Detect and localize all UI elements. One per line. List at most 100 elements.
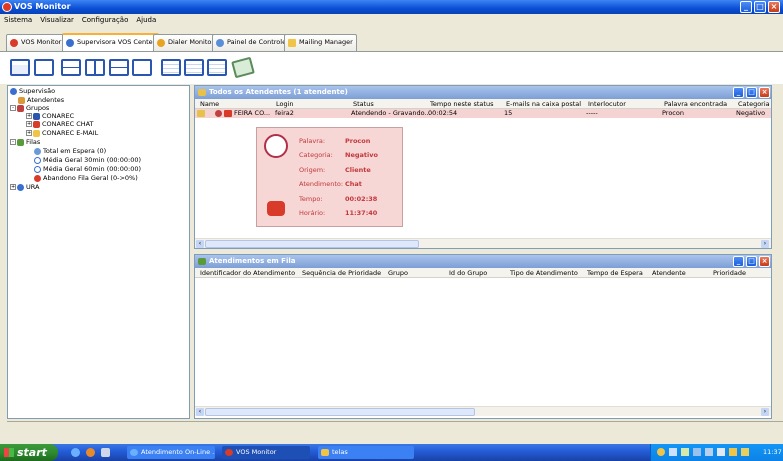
- tray-info-icon[interactable]: [657, 448, 665, 456]
- vos-icon: [225, 449, 233, 456]
- minimize-button[interactable]: _: [740, 1, 752, 13]
- collapse-icon[interactable]: -: [10, 105, 16, 111]
- tray-volume-icon[interactable]: [693, 448, 701, 456]
- col-id-grupo[interactable]: Id do Grupo: [449, 268, 487, 278]
- expand-icon[interactable]: +: [26, 121, 32, 127]
- view-list-button[interactable]: [184, 59, 204, 76]
- layout-config-button[interactable]: [10, 59, 30, 76]
- horizontal-scrollbar[interactable]: ‹ ›: [195, 238, 771, 248]
- scroll-thumb[interactable]: [205, 240, 419, 248]
- view-details-button[interactable]: [207, 59, 227, 76]
- tree-grupos[interactable]: - Grupos: [10, 104, 49, 112]
- clock[interactable]: 11:37: [763, 444, 782, 461]
- col-status[interactable]: Status: [353, 99, 374, 109]
- tree-fila-total-espera[interactable]: Total em Espera (0): [34, 147, 106, 155]
- chat-icon: [267, 201, 285, 216]
- col-interlocutor[interactable]: Interlocutor: [588, 99, 626, 109]
- panel-close-button[interactable]: ×: [759, 256, 770, 267]
- maximize-button[interactable]: □: [754, 1, 766, 13]
- tab-dialer-monitor[interactable]: Dialer Monitor: [153, 34, 219, 51]
- panel-minimize-button[interactable]: _: [733, 87, 744, 98]
- tray-security-icon[interactable]: [705, 448, 713, 456]
- tab-painel-de-controle[interactable]: Painel de Controle: [212, 34, 291, 51]
- tree-grupo-conarec-chat[interactable]: + CONAREC CHAT: [26, 120, 94, 128]
- refresh-icon[interactable]: [231, 56, 255, 79]
- tray-app-icon[interactable]: [681, 448, 689, 456]
- tab-vos-monitor[interactable]: VOS Monitor: [6, 34, 66, 51]
- col-sequencia[interactable]: Sequência de Prioridade: [302, 268, 381, 278]
- all-agents-panel-title: Todos os Atendentes (1 atendente) _ □ ×: [195, 86, 771, 99]
- table-row[interactable]: FEIRA CO... feira2 Atendendo - Gravando.…: [195, 109, 771, 118]
- window-title: VOS Monitor: [14, 2, 71, 11]
- ie-icon: [130, 449, 138, 456]
- layout-grid-button[interactable]: [109, 59, 129, 76]
- tree-ura[interactable]: + URA: [10, 183, 39, 191]
- queued-calls-panel: Atendimentos em Fila _ □ × Identificador…: [194, 254, 772, 419]
- col-categoria[interactable]: Categoria: [738, 99, 770, 109]
- menu-sistema[interactable]: Sistema: [4, 16, 32, 24]
- col-palavra[interactable]: Palavra encontrada: [664, 99, 727, 109]
- col-tempo-espera[interactable]: Tempo de Espera: [587, 268, 643, 278]
- scroll-left-icon[interactable]: ‹: [196, 408, 204, 416]
- chat-icon: [33, 120, 40, 128]
- tab-mailing-manager[interactable]: Mailing Manager: [284, 34, 357, 51]
- control-panel-icon: [216, 39, 224, 47]
- tree-fila-media-60min[interactable]: Média Geral 60min (00:00:00): [34, 165, 141, 173]
- tree-grupo-conarec[interactable]: + CONAREC: [26, 112, 74, 120]
- task-vos-monitor[interactable]: VOS Monitor: [222, 446, 310, 459]
- clock-icon: [34, 156, 41, 164]
- collapse-icon[interactable]: -: [10, 139, 16, 145]
- tree-fila-abandono[interactable]: Abandono Fila Geral (0->0%): [34, 174, 138, 182]
- panel-maximize-button[interactable]: □: [746, 256, 757, 267]
- col-emails[interactable]: E-mails na caixa postal: [506, 99, 581, 109]
- panel-maximize-button[interactable]: □: [746, 87, 757, 98]
- close-button[interactable]: ×: [768, 1, 780, 13]
- col-name[interactable]: Name: [200, 99, 219, 109]
- col-login[interactable]: Login: [276, 99, 294, 109]
- tray-keyboard-icon[interactable]: [741, 448, 749, 456]
- panel-minimize-button[interactable]: _: [733, 256, 744, 267]
- firefox-icon[interactable]: [86, 448, 95, 457]
- menu-configuracao[interactable]: Configuração: [82, 16, 128, 24]
- tray-alert-icon[interactable]: [729, 448, 737, 456]
- expand-icon[interactable]: +: [26, 130, 32, 136]
- panel-close-button[interactable]: ×: [759, 87, 770, 98]
- tooltip-value-origem: Cliente: [345, 166, 371, 174]
- scroll-left-icon[interactable]: ‹: [196, 240, 204, 248]
- tray-display-icon[interactable]: [717, 448, 725, 456]
- expand-icon[interactable]: +: [10, 184, 16, 190]
- menu-visualizar[interactable]: Visualizar: [40, 16, 74, 24]
- clock-icon: [34, 147, 41, 155]
- tree-atendentes[interactable]: Atendentes: [18, 96, 64, 104]
- col-tempo-status[interactable]: Tempo neste status: [430, 99, 493, 109]
- col-atendente[interactable]: Atendente: [652, 268, 686, 278]
- col-prioridade[interactable]: Prioridade: [713, 268, 746, 278]
- tree-grupo-conarec-email[interactable]: + CONAREC E-MAIL: [26, 129, 98, 137]
- tree-fila-media-30min[interactable]: Média Geral 30min (00:00:00): [34, 156, 141, 164]
- col-identificador[interactable]: Identificador do Atendimento: [200, 268, 295, 278]
- word-alert-tooltip: Palavra: Procon Categoria: Negativo Orig…: [256, 127, 403, 227]
- layout-cascade-button[interactable]: [132, 59, 152, 76]
- menu-ajuda[interactable]: Ajuda: [136, 16, 156, 24]
- tab-supervisora-vos-center[interactable]: Supervisora VOS Center: [62, 33, 160, 51]
- horizontal-scrollbar[interactable]: ‹ ›: [195, 406, 771, 416]
- task-atendimento-online[interactable]: Atendimento On-Line ...: [127, 446, 215, 459]
- scroll-right-icon[interactable]: ›: [761, 240, 769, 248]
- layout-vertical-split-button[interactable]: [85, 59, 105, 76]
- dialer-icon: [157, 39, 165, 47]
- tray-network-icon[interactable]: [669, 448, 677, 456]
- scroll-thumb[interactable]: [205, 408, 475, 416]
- view-icons-button[interactable]: [161, 59, 181, 76]
- tree-filas[interactable]: - Filas: [10, 138, 40, 146]
- col-grupo[interactable]: Grupo: [388, 268, 408, 278]
- tree-supervisao[interactable]: Supervisão: [10, 87, 55, 95]
- layout-single-button[interactable]: [34, 59, 54, 76]
- start-button[interactable]: start: [0, 444, 58, 461]
- task-telas[interactable]: telas: [318, 446, 414, 459]
- desktop-icon[interactable]: [101, 448, 110, 457]
- scroll-right-icon[interactable]: ›: [761, 408, 769, 416]
- expand-icon[interactable]: +: [26, 113, 32, 119]
- ie-icon[interactable]: [71, 448, 80, 457]
- layout-horizontal-split-button[interactable]: [61, 59, 81, 76]
- col-tipo[interactable]: Tipo de Atendimento: [510, 268, 578, 278]
